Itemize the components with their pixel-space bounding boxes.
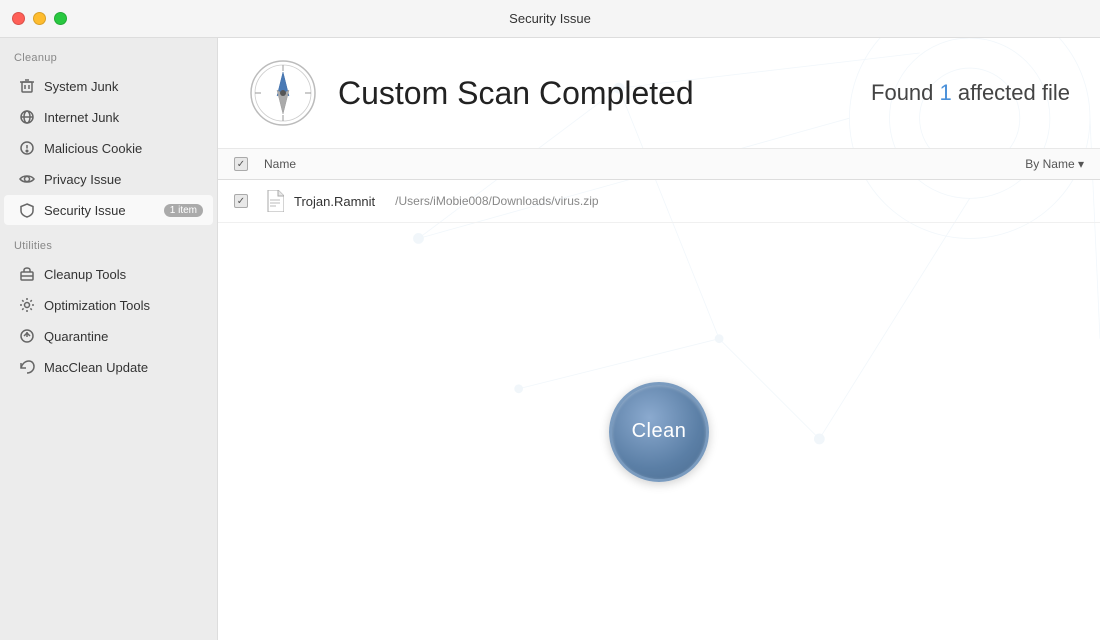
sidebar-item-macclean-update[interactable]: MacClean Update [4, 352, 213, 382]
file-name: Trojan.Ramnit [294, 194, 375, 209]
cleanup-section-label: Cleanup [0, 38, 217, 70]
clean-button[interactable]: Clean [609, 382, 709, 482]
globe-icon [18, 108, 36, 126]
row-checkbox[interactable] [234, 194, 248, 208]
briefcase-icon [18, 265, 36, 283]
name-column-header: Name [264, 157, 1025, 171]
sidebar-item-malicious-cookie[interactable]: Malicious Cookie [4, 133, 213, 163]
file-path: /Users/iMobie008/Downloads/virus.zip [395, 194, 598, 208]
table-header: Name By Name ▾ [218, 149, 1100, 180]
window-title: Security Issue [509, 11, 591, 26]
file-table: Name By Name ▾ Trojan.Ramnit /Users/iMob… [218, 149, 1100, 223]
close-button[interactable] [12, 12, 25, 25]
macclean-update-label: MacClean Update [44, 360, 148, 375]
found-info: Found 1 affected file [871, 80, 1070, 106]
sidebar-item-internet-junk[interactable]: Internet Junk [4, 102, 213, 132]
found-suffix: affected file [952, 80, 1070, 105]
found-count: 1 [940, 80, 952, 105]
select-all-checkbox[interactable] [234, 157, 248, 171]
sidebar-item-system-junk[interactable]: System Junk [4, 71, 213, 101]
utilities-section-label: Utilities [0, 226, 217, 258]
main-content: Start Over [218, 0, 1100, 640]
table-row: Trojan.Ramnit /Users/iMobie008/Downloads… [218, 180, 1100, 223]
sidebar: Cleanup System Junk Internet Junk [0, 0, 218, 640]
malicious-cookie-label: Malicious Cookie [44, 141, 142, 156]
compass-icon [248, 58, 318, 128]
quarantine-icon [18, 327, 36, 345]
trash-icon [18, 77, 36, 95]
shield-icon [18, 201, 36, 219]
system-junk-label: System Junk [44, 79, 118, 94]
clean-btn-container: Clean [218, 223, 1100, 640]
row-check-col [234, 194, 264, 208]
update-icon [18, 358, 36, 376]
sidebar-item-quarantine[interactable]: Quarantine [4, 321, 213, 351]
privacy-issue-label: Privacy Issue [44, 172, 121, 187]
scan-title: Custom Scan Completed [338, 75, 694, 112]
gear-icon [18, 296, 36, 314]
maximize-button[interactable] [54, 12, 67, 25]
found-prefix: Found [871, 80, 940, 105]
warning-circle-icon [18, 139, 36, 157]
optimization-tools-label: Optimization Tools [44, 298, 150, 313]
sidebar-item-optimization-tools[interactable]: Optimization Tools [4, 290, 213, 320]
header-check-col [234, 157, 264, 171]
sidebar-item-security-issue[interactable]: Security Issue 1 item [4, 195, 213, 225]
main-header: Custom Scan Completed Found 1 affected f… [218, 38, 1100, 149]
cleanup-tools-label: Cleanup Tools [44, 267, 126, 282]
titlebar: Security Issue [0, 0, 1100, 38]
file-icon [264, 188, 286, 214]
internet-junk-label: Internet Junk [44, 110, 119, 125]
security-issue-label: Security Issue [44, 203, 126, 218]
sidebar-item-cleanup-tools[interactable]: Cleanup Tools [4, 259, 213, 289]
sort-button[interactable]: By Name ▾ [1025, 157, 1084, 171]
quarantine-label: Quarantine [44, 329, 108, 344]
window-controls [12, 12, 67, 25]
document-icon [266, 190, 284, 212]
security-issue-badge: 1 item [164, 204, 203, 217]
eye-icon [18, 170, 36, 188]
sidebar-item-privacy-issue[interactable]: Privacy Issue [4, 164, 213, 194]
minimize-button[interactable] [33, 12, 46, 25]
